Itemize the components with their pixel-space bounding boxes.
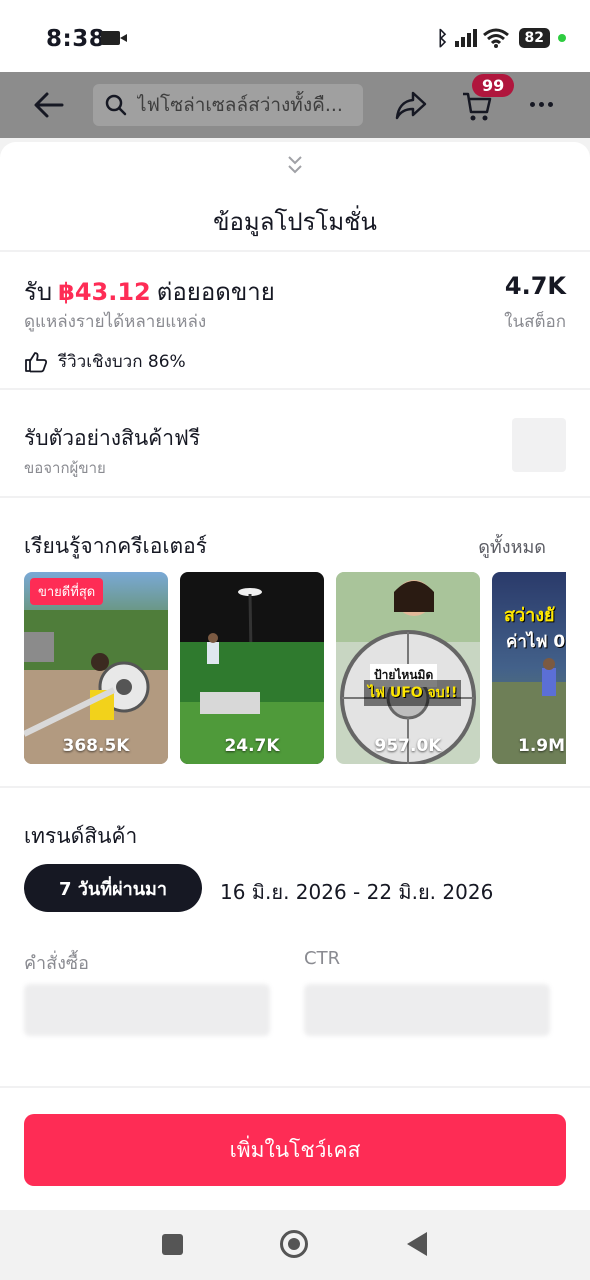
- learn-from-creators-title: เรียนรู้จากครีเอเตอร์: [24, 534, 208, 558]
- stock-label: ในสต็อก: [504, 312, 566, 332]
- sample-product-thumbnail[interactable]: [512, 418, 566, 472]
- status-time: 8:38: [46, 26, 106, 52]
- search-icon: [105, 94, 127, 116]
- orders-metric-placeholder: [24, 984, 270, 1036]
- wifi-icon: [482, 28, 509, 48]
- divider: [0, 250, 590, 252]
- signal-icon: [454, 29, 477, 47]
- date-range: 16 มิ.ย. 2026 - 22 มิ.ย. 2026: [220, 880, 494, 904]
- privacy-dot-icon: [558, 34, 566, 42]
- income-sources-link[interactable]: ดูแหล่งรายได้หลายแหล่ง: [24, 308, 206, 335]
- see-all-link[interactable]: ดูทั้งหมด: [478, 532, 546, 561]
- positive-review-row: รีวิวเชิงบวก 86%: [24, 348, 186, 375]
- creator-video-carousel[interactable]: ขายดีที่สุด 368.5K 24.7K ป้ายไหนมิด ไฟ U…: [24, 572, 566, 766]
- cart-badge: 99: [472, 74, 515, 97]
- sheet-title: ข้อมูลโปรโมชั่น: [213, 208, 377, 236]
- video-views: 24.7K: [224, 736, 280, 756]
- best-seller-badge: ขายดีที่สุด: [30, 578, 104, 605]
- divider: [0, 388, 590, 390]
- promotion-info-sheet: ข้อมูลโปรโมชั่น รับ ฿43.12 ต่อยอดขาย ดูแ…: [0, 142, 590, 1210]
- creator-video-card[interactable]: ขายดีที่สุด 368.5K: [24, 572, 168, 764]
- back-arrow-icon[interactable]: [32, 88, 66, 122]
- recents-button[interactable]: [162, 1234, 183, 1255]
- period-selector-button[interactable]: 7 วันที่ผ่านมา: [24, 864, 202, 912]
- creator-video-card[interactable]: สว่างยั ค่าไฟ 0 1.9M: [492, 572, 566, 764]
- commission-prefix: รับ: [24, 278, 53, 306]
- collapse-chevron-icon[interactable]: [284, 154, 306, 176]
- more-options-icon[interactable]: [530, 102, 553, 107]
- ctr-metric-placeholder: [304, 984, 550, 1036]
- video-overlay-text: ไฟ UFO จบ!!: [364, 680, 462, 706]
- video-overlay-text: ค่าไฟ 0: [506, 632, 566, 652]
- commission-amount: ฿43.12: [58, 278, 151, 306]
- product-trend-title: เทรนด์สินค้า: [24, 824, 138, 848]
- bluetooth-icon: ᛒ: [436, 26, 449, 50]
- commission-row: รับ ฿43.12 ต่อยอดขาย: [24, 272, 275, 311]
- battery-indicator: 82: [518, 28, 550, 48]
- thumbs-up-icon: [25, 351, 48, 372]
- home-button[interactable]: [280, 1230, 308, 1258]
- orders-metric-label: คำสั่งซื้อ: [24, 953, 89, 974]
- status-icons: ᛒ 82: [437, 26, 566, 50]
- free-sample-title[interactable]: รับตัวอย่างสินค้าฟรี: [24, 422, 200, 455]
- commission-suffix: ต่อยอดขาย: [156, 278, 275, 306]
- ctr-metric-label: CTR: [304, 948, 341, 969]
- positive-review-label: รีวิวเชิงบวก 86%: [58, 352, 186, 372]
- video-views: 368.5K: [62, 736, 130, 756]
- video-views: 1.9M: [518, 736, 566, 756]
- creator-video-card[interactable]: 24.7K: [180, 572, 324, 764]
- status-bar: 8:38 ᛒ 82: [0, 0, 590, 72]
- video-views: 957.0K: [374, 736, 442, 756]
- divider: [0, 786, 590, 788]
- creator-video-card[interactable]: ป้ายไหนมิด ไฟ UFO จบ!! 957.0K: [336, 572, 480, 764]
- stock-value: 4.7K: [504, 272, 566, 300]
- share-icon[interactable]: [395, 90, 427, 120]
- search-bar[interactable]: ไฟโซล่าเซลล์สว่างทั้งคื...: [93, 84, 363, 126]
- video-overlay-text: สว่างยั: [504, 605, 555, 626]
- free-sample-subtitle: ขอจากผู้ขาย: [24, 459, 106, 477]
- app-header: ไฟโซล่าเซลล์สว่างทั้งคื... 99: [0, 72, 590, 138]
- divider: [0, 1086, 590, 1088]
- video-camera-icon: [101, 31, 127, 45]
- search-text: ไฟโซล่าเซลล์สว่างทั้งคื...: [137, 94, 343, 116]
- system-nav-bar: [0, 1210, 590, 1280]
- add-to-showcase-button[interactable]: เพิ่มในโชว์เคส: [24, 1114, 566, 1186]
- divider: [0, 496, 590, 498]
- back-button[interactable]: [407, 1232, 427, 1256]
